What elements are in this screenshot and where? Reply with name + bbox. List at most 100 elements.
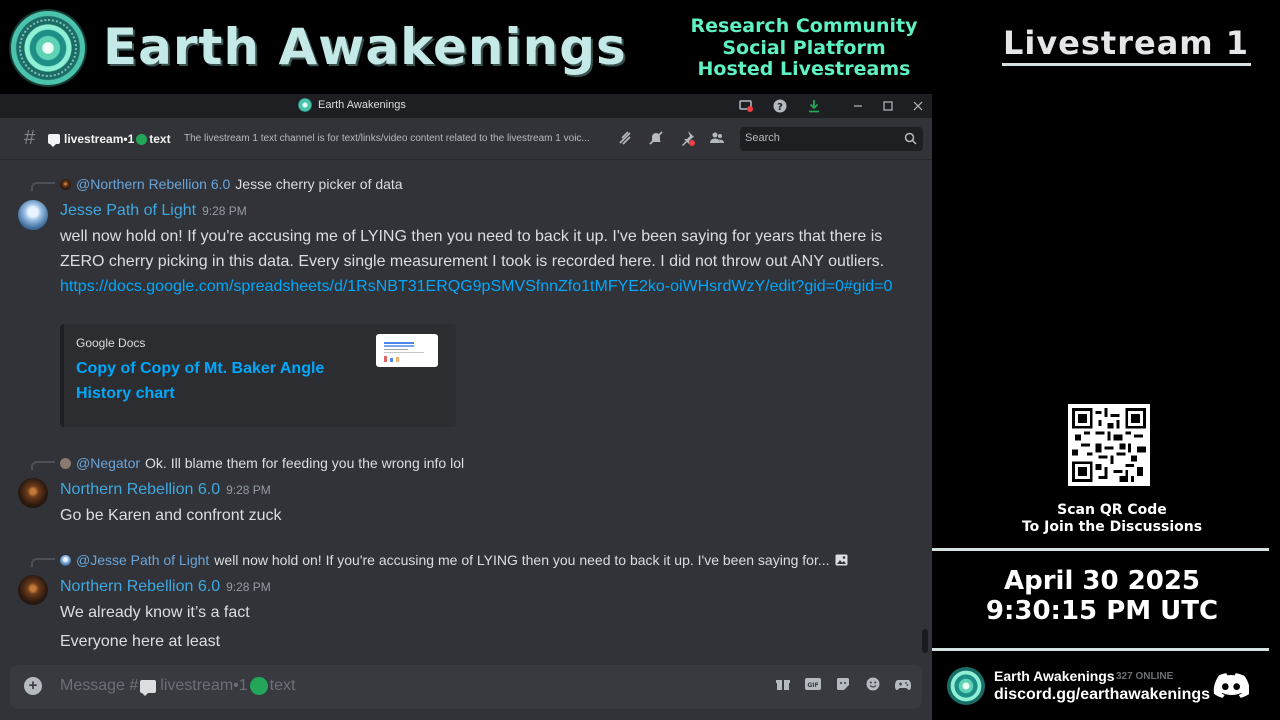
stream-time: 9:30:15 PM UTC	[985, 596, 1219, 626]
notification-bell-muted-icon[interactable]	[647, 130, 665, 148]
gif-icon[interactable]: GIF	[804, 677, 822, 695]
scrollbar-thumb[interactable]	[922, 629, 928, 653]
channel-topic[interactable]: The livestream 1 text channel is for tex…	[184, 133, 608, 144]
stream-info-panel: Livestream 1 Scan QR Code To Join the Di	[932, 0, 1280, 720]
composer-placeholder-channel: livestream•1	[160, 677, 248, 694]
add-attachment-button[interactable]: +	[24, 677, 42, 695]
qr-caption-line: Scan QR Code	[1057, 502, 1167, 518]
message-content: We already know it’s a fact	[60, 600, 910, 625]
message-content: Go be Karen and confront zuck	[60, 503, 910, 528]
gamepad-icon[interactable]	[894, 677, 912, 695]
channel-header: # livestream•1 text The livestream 1 tex…	[0, 118, 932, 160]
online-count: 327 ONLINE	[1116, 671, 1174, 682]
reply-spine	[31, 558, 55, 567]
message-composer[interactable]: + Message # livestream•1 text GIF	[10, 665, 922, 709]
minimize-icon[interactable]	[850, 98, 866, 114]
author-name[interactable]: Northern Rebellion 6.0	[60, 481, 220, 498]
discord-logo-icon	[1213, 673, 1249, 698]
qr-code-graphic	[1072, 408, 1146, 482]
sticker-icon[interactable]	[834, 677, 852, 695]
link-embed: Google Docs Copy of Copy of Mt. Baker An…	[60, 324, 456, 427]
gift-icon[interactable]	[774, 677, 792, 695]
message-text: well now hold on! If you're accusing me …	[60, 228, 885, 270]
close-icon[interactable]	[910, 98, 926, 114]
reply-text: Jesse cherry picker of data	[235, 176, 403, 192]
reply-text: well now hold on! If you're accusing me …	[214, 552, 830, 568]
author-name[interactable]: Jesse Path of Light	[60, 202, 196, 219]
invite-link[interactable]: discord.gg/earthawakenings	[994, 686, 1210, 704]
divider	[932, 648, 1269, 651]
channel-hash-icon: #	[24, 127, 36, 149]
embed-provider: Google Docs	[76, 336, 146, 350]
message-input[interactable]: Message # livestream•1 text	[60, 677, 296, 696]
avatar[interactable]	[18, 478, 48, 508]
svg-text:GIF: GIF	[807, 682, 818, 689]
reply-spine	[31, 182, 55, 191]
reply-mention[interactable]: @Negator	[76, 455, 140, 471]
download-icon[interactable]	[806, 98, 822, 114]
window-titlebar: Earth Awakenings ?	[0, 94, 932, 118]
window-title-text: Earth Awakenings	[318, 99, 406, 111]
channel-name-prefix: livestream•1	[64, 132, 135, 146]
message-author: Jesse Path of Light 9:28 PM	[60, 202, 247, 220]
earth-awakenings-logo	[9, 9, 87, 87]
divider	[1002, 63, 1251, 66]
screen-share-icon[interactable]	[738, 98, 754, 114]
reply-preview[interactable]: @Negator Ok. Ill blame them for feeding …	[60, 455, 464, 471]
reply-mention[interactable]: @Northern Rebellion 6.0	[76, 176, 230, 192]
stream-datetime: April 30 2025 9:30:15 PM UTC	[942, 566, 1262, 626]
avatar[interactable]	[18, 575, 48, 605]
qr-code	[1068, 404, 1150, 486]
taglines: Research Community Social Platform Hoste…	[672, 15, 936, 81]
message-author: Northern Rebellion 6.0 9:28 PM	[60, 578, 271, 596]
avatar[interactable]	[18, 200, 48, 230]
search-placeholder: Search	[745, 132, 780, 144]
svg-text:?: ?	[777, 102, 783, 113]
message-text: Everyone here at least	[60, 633, 221, 650]
tagline: Hosted Livestreams	[697, 58, 911, 80]
reply-preview[interactable]: @Northern Rebellion 6.0 Jesse cherry pic…	[60, 176, 403, 192]
server-name: Earth Awakenings	[994, 668, 1115, 684]
green-circle-icon	[249, 677, 268, 695]
qr-caption-line: To Join the Discussions	[1021, 519, 1203, 535]
composer-placeholder-suffix: text	[269, 677, 296, 694]
message-timestamp: 9:28 PM	[202, 204, 247, 218]
qr-caption: Scan QR Code To Join the Discussions	[972, 502, 1252, 536]
message-timestamp: 9:28 PM	[226, 580, 271, 594]
stream-title: Livestream 1	[1002, 24, 1250, 62]
avatar	[60, 178, 71, 190]
message-link[interactable]: https://docs.google.com/spreadsheets/d/1…	[60, 278, 892, 295]
green-circle-icon	[136, 133, 148, 145]
speech-bubble-icon	[48, 134, 60, 147]
embed-title[interactable]: Copy of Copy of Mt. Baker Angle History …	[76, 356, 358, 406]
reply-text: Ok. Ill blame them for feeding you the w…	[145, 455, 465, 471]
reply-mention[interactable]: @Jesse Path of Light	[76, 552, 209, 568]
tagline: Social Platform	[722, 36, 886, 59]
reply-preview[interactable]: @Jesse Path of Light well now hold on! I…	[60, 552, 848, 568]
stream-date: April 30 2025	[1003, 566, 1201, 596]
channel-name-suffix: text	[149, 132, 171, 146]
help-icon[interactable]: ?	[772, 98, 788, 114]
message-timestamp: 9:28 PM	[226, 483, 271, 497]
pin-icon[interactable]	[678, 130, 696, 148]
brand-title: Earth Awakenings	[103, 18, 627, 76]
maximize-icon[interactable]	[880, 98, 896, 114]
member-list-icon[interactable]	[708, 130, 726, 148]
server-icon	[298, 98, 312, 112]
channel-name: livestream•1 text	[48, 132, 171, 147]
emoji-icon[interactable]	[864, 677, 882, 695]
author-name[interactable]: Northern Rebellion 6.0	[60, 578, 220, 595]
message-text: Go be Karen and confront zuck	[60, 507, 282, 524]
discord-window: Earth Awakenings ? # livestream•1 text T…	[0, 94, 932, 720]
reply-spine	[31, 461, 55, 470]
message-content: Everyone here at least	[60, 629, 910, 654]
message-author: Northern Rebellion 6.0 9:28 PM	[60, 481, 271, 499]
threads-icon[interactable]	[616, 130, 634, 148]
image-icon	[835, 554, 848, 566]
window-title: Earth Awakenings	[298, 98, 406, 112]
avatar	[60, 554, 71, 566]
search-input[interactable]: Search	[740, 127, 923, 151]
server-logo	[947, 667, 985, 705]
embed-thumbnail[interactable]	[376, 334, 438, 367]
stream-banner: Earth Awakenings Research Community Soci…	[0, 0, 932, 94]
